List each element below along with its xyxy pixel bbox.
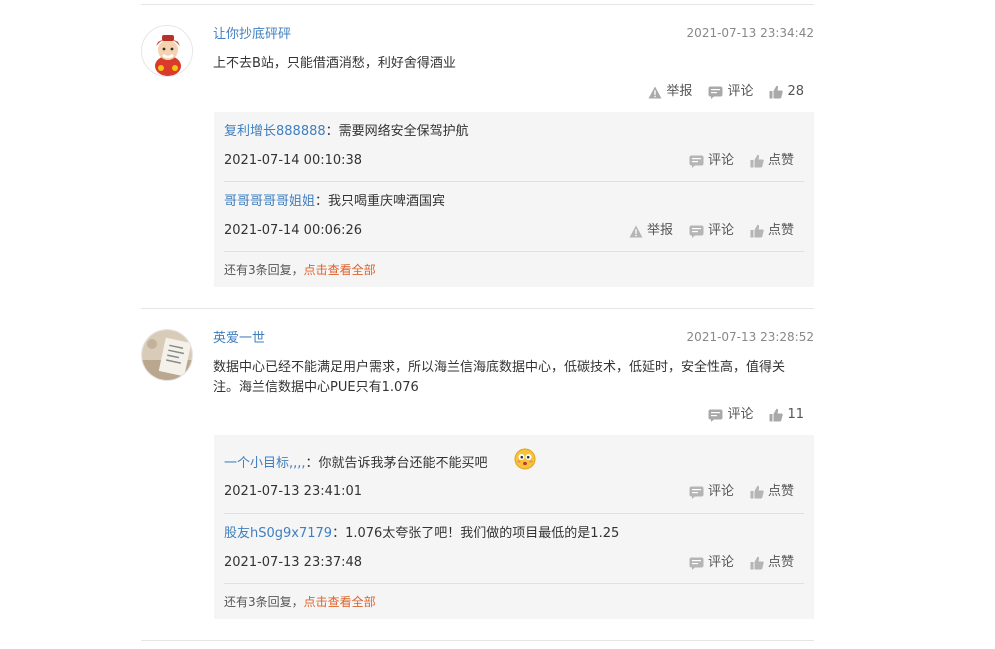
- like-count: 28: [787, 84, 804, 99]
- thumbs-up-icon: [750, 154, 764, 168]
- like-button[interactable]: 28: [769, 82, 804, 102]
- comment-label: 评论: [727, 407, 754, 422]
- reply-time: 2021-07-13 23:41:01: [224, 484, 363, 499]
- comment-button[interactable]: 评论: [708, 82, 753, 102]
- reply-comment-button[interactable]: 评论: [689, 553, 734, 573]
- reply-line: 股友hS0g9x7179：1.076太夸张了吧！我们做的项目最低的是1.25: [224, 524, 619, 544]
- confused-face-emoji-icon: [514, 448, 536, 470]
- speech-bubble-icon: [708, 409, 723, 422]
- thumbs-up-icon: [769, 408, 784, 422]
- comment-text: 上不去B站，只能借酒消愁，利好舍得酒业: [213, 56, 456, 71]
- reply-comment-button[interactable]: 评论: [689, 482, 734, 502]
- reply-line: 复利增长888888：需要网络安全保驾护航: [224, 122, 469, 142]
- reply-comment-label: 评论: [707, 555, 734, 570]
- reply-like-label: 点赞: [767, 484, 794, 499]
- reply-divider: [224, 583, 804, 584]
- reply-like-label: 点赞: [767, 555, 794, 570]
- reply-comment-label: 评论: [707, 223, 734, 238]
- warning-triangle-icon: [629, 225, 643, 237]
- reply-box: 复利增长888888：需要网络安全保驾护航 2021-07-14 00:10:3…: [214, 112, 814, 287]
- reply-separator: ：: [305, 456, 319, 471]
- username[interactable]: 让你抄底砰砰: [213, 25, 291, 45]
- reply-time: 2021-07-14 00:10:38: [224, 153, 363, 168]
- reply-username[interactable]: 哥哥哥哥哥姐姐: [224, 194, 315, 209]
- reply-text: 你就告诉我茅台还能不能买吧: [318, 456, 488, 471]
- comment-text: 数据中心已经不能满足用户需求，所以海兰信海底数据中心，低碳技术，低延时，安全性高…: [213, 360, 786, 395]
- reply-username[interactable]: 股友hS0g9x7179: [224, 526, 332, 541]
- comment-item: 让你抄底砰砰 2021-07-13 23:34:42 上不去B站，只能借酒消愁，…: [141, 25, 814, 85]
- report-button[interactable]: 举报: [648, 82, 692, 102]
- reply-comment-button[interactable]: 评论: [689, 151, 734, 171]
- more-replies: 还有3条回复，点击查看全部: [224, 594, 376, 610]
- comment-time: 2021-07-13 23:34:42: [686, 26, 814, 40]
- speech-bubble-icon: [689, 486, 704, 499]
- reply-report-label: 举报: [646, 223, 673, 238]
- report-label: 举报: [666, 84, 693, 99]
- thumbs-up-icon: [750, 485, 764, 499]
- reply-like-button[interactable]: 点赞: [750, 482, 794, 502]
- reply-divider: [224, 513, 804, 514]
- reply-separator: ：: [315, 194, 329, 209]
- like-count: 11: [787, 407, 804, 422]
- more-replies: 还有3条回复，点击查看全部: [224, 262, 376, 278]
- reply-time: 2021-07-13 23:37:48: [224, 555, 363, 570]
- view-all-link[interactable]: 点击查看全部: [304, 595, 376, 609]
- reply-box: 一个小目标,,,,：你就告诉我茅台还能不能买吧 2021-07-13 23:41…: [214, 435, 814, 619]
- reply-divider: [224, 251, 804, 252]
- speech-bubble-icon: [689, 557, 704, 570]
- divider: [141, 640, 814, 641]
- reply-actions: 评论 点赞: [673, 151, 794, 171]
- username[interactable]: 英爱一世: [213, 329, 265, 349]
- comment-actions: 评论 11: [692, 405, 804, 425]
- like-button[interactable]: 11: [769, 405, 804, 425]
- reply-username[interactable]: 一个小目标,,,,: [224, 456, 306, 471]
- reply-line: 哥哥哥哥哥姐姐：我只喝重庆啤酒国宾: [224, 192, 445, 212]
- view-all-link[interactable]: 点击查看全部: [304, 263, 376, 277]
- thumbs-up-icon: [750, 224, 764, 238]
- comment-item: 英爱一世 2021-07-13 23:28:52 数据中心已经不能满足用户需求，…: [141, 329, 814, 399]
- more-replies-text: 还有3条回复，: [224, 263, 304, 277]
- reply-comment-label: 评论: [707, 484, 734, 499]
- reply-text: 需要网络安全保驾护航: [338, 124, 469, 139]
- reply-text: 1.076太夸张了吧！我们做的项目最低的是1.25: [345, 526, 620, 541]
- reply-actions: 举报 评论 点赞: [613, 221, 794, 241]
- comment-label: 评论: [727, 84, 754, 99]
- reply-divider: [224, 181, 804, 182]
- divider: [141, 4, 814, 5]
- reply-like-button[interactable]: 点赞: [750, 151, 794, 171]
- reply-report-button[interactable]: 举报: [629, 221, 673, 241]
- reply-line: 一个小目标,,,,：你就告诉我茅台还能不能买吧: [224, 454, 488, 474]
- warning-triangle-icon: [648, 86, 662, 98]
- reply-actions: 评论 点赞: [673, 482, 794, 502]
- reply-separator: ：: [332, 526, 346, 541]
- reply-comment-label: 评论: [707, 153, 734, 168]
- reply-separator: ：: [325, 124, 339, 139]
- reply-actions: 评论 点赞: [673, 553, 794, 573]
- divider: [141, 308, 814, 309]
- reply-like-button[interactable]: 点赞: [750, 553, 794, 573]
- avatar[interactable]: [141, 25, 193, 77]
- reply-comment-button[interactable]: 评论: [689, 221, 734, 241]
- speech-bubble-icon: [689, 155, 704, 168]
- more-replies-text: 还有3条回复，: [224, 595, 304, 609]
- thumbs-up-icon: [750, 556, 764, 570]
- reply-like-label: 点赞: [767, 153, 794, 168]
- speech-bubble-icon: [689, 225, 704, 238]
- reply-time: 2021-07-14 00:06:26: [224, 223, 363, 238]
- reply-username[interactable]: 复利增长888888: [224, 124, 326, 139]
- reply-like-button[interactable]: 点赞: [750, 221, 794, 241]
- comment-time: 2021-07-13 23:28:52: [686, 330, 814, 344]
- comment-actions: 举报 评论 28: [632, 82, 804, 102]
- comment-button[interactable]: 评论: [708, 405, 753, 425]
- thumbs-up-icon: [769, 85, 784, 99]
- reply-text: 我只喝重庆啤酒国宾: [328, 194, 446, 209]
- reply-like-label: 点赞: [767, 223, 794, 238]
- avatar[interactable]: [141, 329, 193, 381]
- speech-bubble-icon: [708, 86, 723, 99]
